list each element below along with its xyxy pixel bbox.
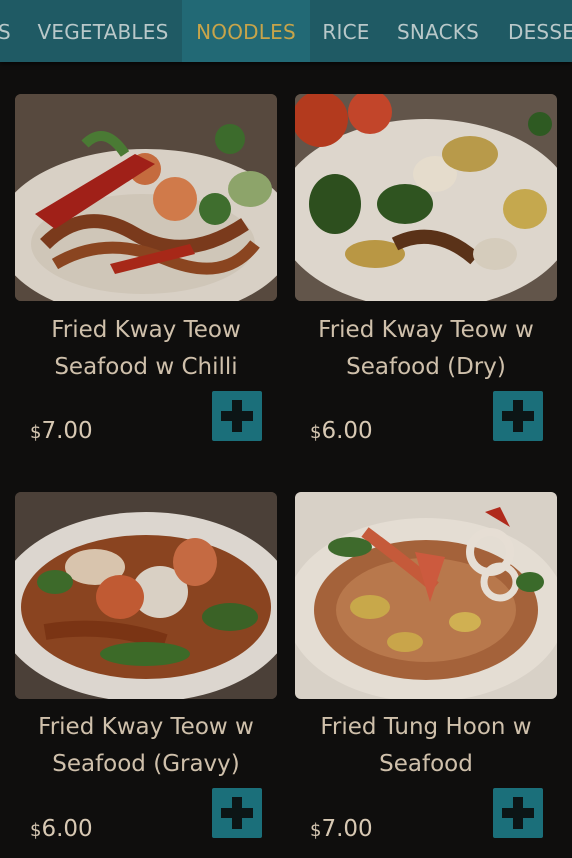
item-price: $6.00 [30,816,93,842]
item-price: $6.00 [310,418,373,444]
category-tab-bar: S VEGETABLES NOODLES RICE SNACKS DESSE [0,0,572,62]
add-to-cart-button[interactable] [493,788,543,838]
item-name-line1: Fried Kway Teow w [38,714,254,740]
tab-partial-left[interactable]: S [0,0,24,62]
item-name-line2: Seafood (Dry) [346,354,506,380]
plus-icon [502,797,534,829]
item-name-line1: Fried Kway Teow w [318,317,534,343]
food-image[interactable] [15,94,277,301]
tab-desserts-partial[interactable]: DESSE [494,0,572,62]
tab-vegetables[interactable]: VEGETABLES [24,0,182,62]
food-image[interactable] [15,492,277,699]
add-to-cart-button[interactable] [212,788,262,838]
tab-noodles[interactable]: NOODLES [182,0,310,62]
add-to-cart-button[interactable] [493,391,543,441]
item-price: $7.00 [310,816,373,842]
add-to-cart-button[interactable] [212,391,262,441]
plus-icon [502,400,534,432]
item-name-line1: Fried Kway Teow [51,317,241,343]
food-image[interactable] [295,94,557,301]
item-name-line1: Fried Tung Hoon w [320,714,532,740]
plus-icon [221,797,253,829]
food-image[interactable] [295,492,557,699]
tab-snacks[interactable]: SNACKS [382,0,494,62]
tab-rice[interactable]: RICE [310,0,382,62]
item-name-line2: Seafood w Chilli [54,354,238,380]
item-price: $7.00 [30,418,93,444]
item-name-line2: Seafood [379,751,473,777]
item-name-line2: Seafood (Gravy) [52,751,240,777]
plus-icon [221,400,253,432]
